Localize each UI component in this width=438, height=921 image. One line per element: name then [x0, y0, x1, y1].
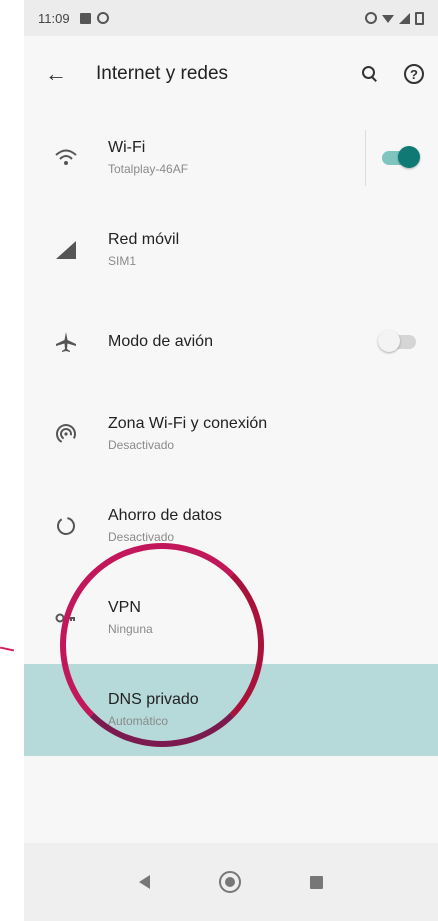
setting-datasaver-summary: Desactivado	[108, 530, 175, 544]
hotspot-icon	[24, 423, 108, 445]
setting-datasaver-label: Ahorro de datos	[108, 507, 222, 524]
back-icon[interactable]	[138, 875, 150, 889]
help-icon[interactable]: ?	[404, 64, 424, 84]
setting-vpn[interactable]: VPN Ninguna	[24, 572, 438, 664]
data-saver-icon	[24, 516, 108, 536]
setting-hotspot-label: Zona Wi-Fi y conexión	[108, 415, 268, 432]
setting-wifi[interactable]: Wi-Fi Totalplay-46AF	[24, 112, 438, 204]
alarm-icon	[365, 12, 377, 24]
divider	[365, 130, 366, 186]
signal-icon	[24, 241, 108, 259]
app-bar: ← Internet y redes ?	[24, 36, 438, 112]
arrow-back-icon[interactable]: ←	[38, 61, 74, 87]
setting-hotspot[interactable]: Zona Wi-Fi y conexión Desactivado	[24, 388, 438, 480]
setting-private-dns[interactable]: DNS privado Automático	[24, 664, 438, 756]
airplane-toggle[interactable]	[378, 330, 416, 352]
setting-mobile-label: Red móvil	[108, 231, 180, 248]
phone-screen: 11:09 ← Internet y redes ? Wi-Fi Totalpl…	[24, 0, 438, 921]
wifi-toggle[interactable]	[382, 146, 420, 168]
setting-dns-summary: Automático	[108, 714, 169, 728]
setting-data-saver[interactable]: Ahorro de datos Desactivado	[24, 480, 438, 572]
status-time: 11:09	[38, 10, 70, 26]
whatsapp-icon	[96, 12, 109, 24]
notification-icon	[79, 12, 91, 24]
battery-icon	[415, 11, 424, 25]
navigation-bar	[24, 843, 438, 921]
airplane-icon	[24, 331, 108, 353]
signal-status-icon	[399, 12, 410, 24]
setting-hotspot-summary: Desactivado	[108, 438, 175, 452]
settings-list: Wi-Fi Totalplay-46AF Red móvil SIM1 Modo…	[24, 112, 438, 756]
search-icon[interactable]	[362, 66, 378, 82]
status-bar: 11:09	[24, 0, 438, 36]
setting-vpn-summary: Ninguna	[108, 622, 153, 636]
vpn-key-icon	[24, 612, 108, 624]
wifi-icon	[24, 148, 108, 168]
setting-mobile-network[interactable]: Red móvil SIM1	[24, 204, 438, 296]
recents-icon[interactable]	[310, 875, 324, 889]
setting-airplane-mode[interactable]: Modo de avión	[24, 296, 438, 388]
annotation-arrow	[0, 646, 15, 652]
page-title: Internet y redes	[96, 63, 229, 84]
setting-dns-label: DNS privado	[108, 691, 199, 708]
setting-mobile-summary: SIM1	[108, 254, 137, 268]
wifi-status-icon	[382, 15, 394, 23]
setting-vpn-label: VPN	[108, 599, 141, 616]
home-icon[interactable]	[218, 871, 241, 893]
